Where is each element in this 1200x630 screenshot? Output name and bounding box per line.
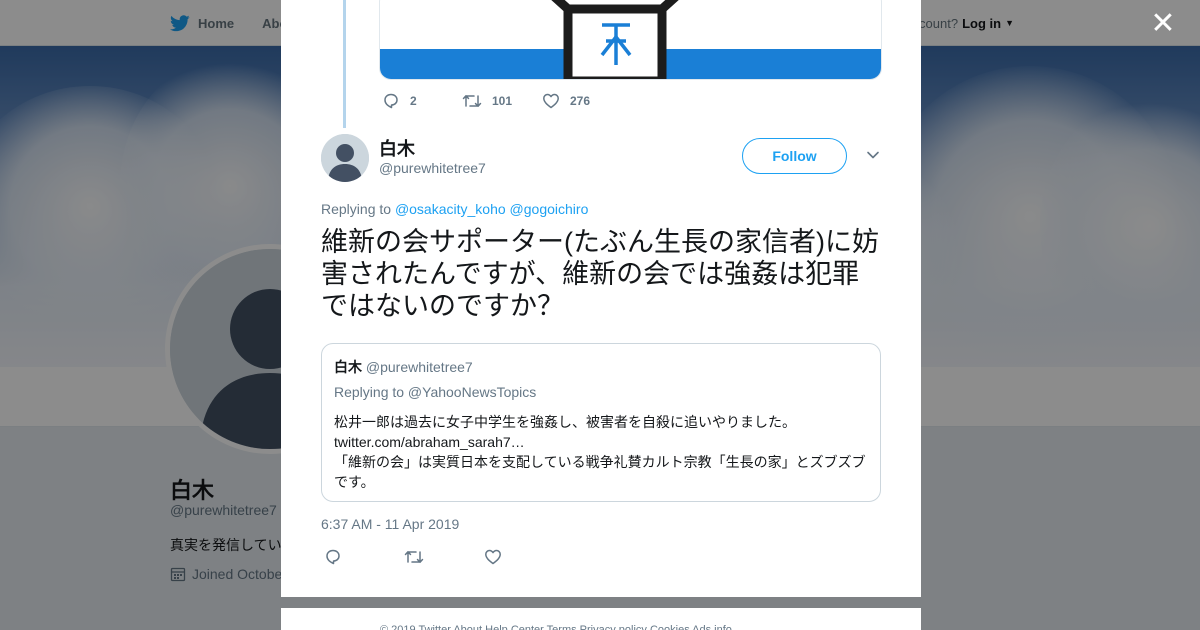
- close-icon[interactable]: ✕: [1148, 9, 1178, 40]
- retweet-icon: [404, 551, 424, 563]
- reply-icon: [326, 549, 340, 565]
- author-avatar[interactable]: [321, 134, 369, 182]
- previous-retweet-action[interactable]: 101: [462, 92, 542, 110]
- mention-link-osakacity-koho[interactable]: @osakacity_koho: [395, 201, 506, 217]
- tweet-actions: [324, 548, 564, 566]
- quoted-author-handle: @purewhitetree7: [365, 359, 473, 375]
- like-action[interactable]: [484, 548, 564, 566]
- heart-icon: [543, 93, 559, 109]
- previous-reply-count: 2: [410, 94, 417, 108]
- quoted-line-3: 「維新の会」は実質日本を支配している戦争礼賛カルト宗教「生長の家」とズブズブです…: [334, 454, 866, 490]
- author-name[interactable]: 白木: [379, 135, 415, 161]
- previous-tweet-media[interactable]: [379, 0, 882, 80]
- tweet-author: 白木 @purewhitetree7 Follow: [321, 134, 881, 184]
- author-handle[interactable]: @purewhitetree7: [379, 160, 486, 176]
- quoted-line-1: 松井一郎は過去に女子中学生を強姦し、被害者を自殺に追いやりました。: [334, 414, 796, 430]
- mention-link-gogoichiro[interactable]: @gogoichiro: [510, 201, 589, 217]
- retweet-action[interactable]: [404, 548, 484, 566]
- footer-links[interactable]: © 2019 Twitter About Help Center Terms P…: [281, 608, 921, 630]
- replying-to-line: Replying to @osakacity_koho @gogoichiro: [321, 201, 588, 217]
- reply-action[interactable]: [324, 548, 404, 566]
- emblem-illustration-icon: [380, 0, 881, 79]
- tweet-timestamp[interactable]: 6:37 AM - 11 Apr 2019: [321, 516, 459, 532]
- previous-like-action[interactable]: 276: [542, 92, 622, 110]
- quoted-tweet-body: 松井一郎は過去に女子中学生を強姦し、被害者を自殺に追いやりました。 twitte…: [334, 412, 868, 492]
- follow-button[interactable]: Follow: [742, 138, 847, 174]
- thread-connector-line: [343, 0, 346, 128]
- previous-tweet-actions: 2 101 276: [382, 92, 622, 110]
- retweet-icon: [462, 95, 482, 107]
- tweet-permalink-modal: 2 101 276 白木 @purewhitetree7 Follow Repl…: [281, 0, 921, 597]
- tweet-text: 維新の会サポーター(たぶん生長の家信者)に妨害されたんですが、維新の会では強姦は…: [321, 227, 879, 321]
- replying-prefix: Replying to: [321, 201, 392, 217]
- heart-icon: [485, 549, 501, 565]
- chevron-down-icon[interactable]: [866, 148, 880, 162]
- quoted-author-name: 白木: [334, 359, 362, 375]
- previous-like-count: 276: [570, 94, 591, 108]
- reply-icon: [384, 93, 398, 109]
- quoted-tweet[interactable]: 白木 @purewhitetree7 Replying to @YahooNew…: [321, 343, 881, 502]
- previous-reply-action[interactable]: 2: [382, 92, 462, 110]
- previous-retweet-count: 101: [492, 94, 513, 108]
- default-avatar-icon: [321, 134, 369, 182]
- quoted-link[interactable]: twitter.com/abraham_sarah7…: [334, 432, 868, 452]
- quoted-replying-to: Replying to @YahooNewsTopics: [334, 384, 537, 400]
- quoted-tweet-header: 白木 @purewhitetree7: [334, 357, 868, 377]
